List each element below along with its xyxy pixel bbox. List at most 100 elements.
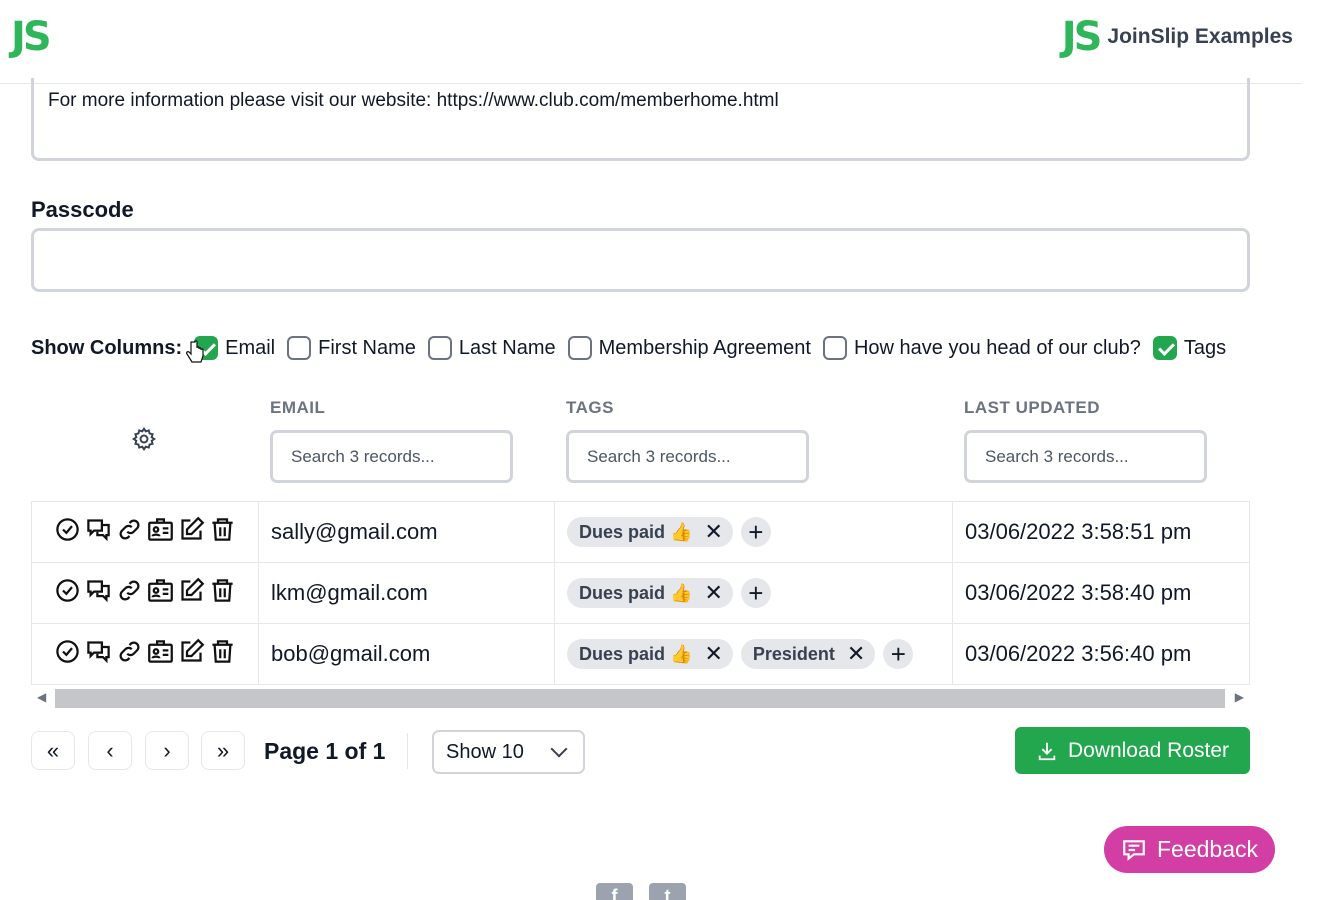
- table-row: lkm@gmail.com Dues paid 👍 ✕ + 03/06/2022 …: [31, 562, 1250, 624]
- checkbox-last-name[interactable]: [427, 336, 452, 360]
- tag-chip: Dues paid 👍 ✕: [567, 578, 733, 608]
- column-toggle-last-name[interactable]: Last Name: [427, 336, 556, 360]
- column-toggle-label: Last Name: [458, 336, 556, 359]
- download-icon: [1038, 742, 1056, 760]
- brand-name: JoinSlip Examples: [1107, 25, 1293, 48]
- id-card-icon[interactable]: [147, 638, 174, 665]
- tag-label: Dues paid 👍: [579, 582, 693, 603]
- scroll-left-icon[interactable]: ◀: [37, 690, 46, 704]
- chat-bubble-icon: [1123, 839, 1145, 861]
- roster-table: sally@gmail.com Dues paid 👍 ✕ + 03/06/202…: [31, 501, 1250, 685]
- column-toggle-tags[interactable]: Tags: [1152, 336, 1226, 360]
- remove-tag-icon[interactable]: ✕: [847, 641, 865, 667]
- scroll-right-icon[interactable]: ▶: [1235, 690, 1244, 704]
- cell-email: sally@gmail.com: [258, 501, 555, 563]
- tag-chip: Dues paid 👍 ✕: [567, 639, 733, 669]
- column-toggle-label: How have you head of our club?: [853, 336, 1141, 359]
- add-tag-icon[interactable]: +: [883, 639, 914, 669]
- facebook-icon[interactable]: f: [596, 883, 633, 900]
- chat-icon[interactable]: [85, 577, 112, 604]
- checkbox-how-heard[interactable]: [822, 336, 847, 360]
- trash-icon[interactable]: [209, 577, 236, 604]
- check-circle-icon[interactable]: [54, 516, 81, 543]
- table-row: bob@gmail.com Dues paid 👍 ✕ President ✕ + …: [31, 623, 1250, 685]
- trash-icon[interactable]: [209, 516, 236, 543]
- cell-email: bob@gmail.com: [258, 623, 555, 685]
- cell-last-updated: 03/06/2022 3:56:40 pm: [952, 623, 1250, 685]
- prev-page-button[interactable]: ‹: [88, 731, 132, 770]
- tag-label: President: [752, 643, 835, 664]
- row-actions: [31, 623, 259, 685]
- brand[interactable]: JS JoinSlip Examples: [1062, 16, 1293, 58]
- page-size-select[interactable]: Show 10: [432, 730, 585, 774]
- tag-chip: Dues paid 👍 ✕: [567, 517, 733, 547]
- chevron-down-icon: [550, 740, 568, 758]
- link-icon[interactable]: [116, 577, 143, 604]
- search-tags-input[interactable]: [566, 430, 809, 483]
- top-header: JS JS JoinSlip Examples: [0, 0, 1302, 84]
- hand-cursor-icon: [186, 340, 204, 363]
- row-actions: [31, 562, 259, 624]
- gear-icon[interactable]: [131, 426, 157, 452]
- horizontal-scrollbar[interactable]: ◀ ▶: [31, 688, 1250, 709]
- link-icon[interactable]: [116, 638, 143, 665]
- search-email-input[interactable]: [270, 430, 513, 483]
- first-page-button[interactable]: «: [31, 731, 75, 770]
- cell-tags: Dues paid 👍 ✕ President ✕ +: [554, 623, 953, 685]
- search-last-updated-input[interactable]: [964, 430, 1207, 483]
- page-size-value: Show 10: [446, 740, 524, 763]
- last-page-button[interactable]: »: [201, 731, 245, 770]
- remove-tag-icon[interactable]: ✕: [704, 580, 722, 606]
- logo[interactable]: JS: [11, 16, 52, 58]
- add-tag-icon[interactable]: +: [740, 517, 771, 547]
- tag-label: Dues paid 👍: [579, 643, 693, 664]
- passcode-label: Passcode: [31, 197, 134, 222]
- scrollbar-thumb[interactable]: [55, 689, 1225, 708]
- remove-tag-icon[interactable]: ✕: [704, 641, 722, 667]
- feedback-label: Feedback: [1156, 836, 1258, 862]
- column-toggle-first-name[interactable]: First Name: [287, 336, 416, 360]
- column-toggle-label: First Name: [318, 336, 416, 359]
- tag-chip: President ✕: [740, 639, 876, 669]
- column-toggle-email[interactable]: Email: [194, 336, 275, 360]
- feedback-button[interactable]: Feedback: [1104, 826, 1275, 873]
- column-header-tags[interactable]: TAGS: [566, 398, 614, 418]
- chat-icon[interactable]: [85, 516, 112, 543]
- checkbox-tags[interactable]: [1152, 336, 1177, 360]
- trash-icon[interactable]: [209, 638, 236, 665]
- edit-icon[interactable]: [178, 577, 205, 604]
- table-row: sally@gmail.com Dues paid 👍 ✕ + 03/06/202…: [31, 501, 1250, 563]
- column-toggle-how-heard[interactable]: How have you head of our club?: [822, 336, 1141, 360]
- chat-icon[interactable]: [85, 638, 112, 665]
- next-page-button[interactable]: ›: [145, 731, 189, 770]
- page-indicator: Page 1 of 1: [264, 738, 386, 764]
- cell-last-updated: 03/06/2022 3:58:40 pm: [952, 562, 1250, 624]
- show-columns: Show Columns: Email First Name Last Name…: [31, 336, 1238, 360]
- edit-icon[interactable]: [178, 516, 205, 543]
- column-toggle-membership-agreement[interactable]: Membership Agreement: [567, 336, 811, 360]
- edit-icon[interactable]: [178, 638, 205, 665]
- id-card-icon[interactable]: [147, 577, 174, 604]
- add-tag-icon[interactable]: +: [740, 578, 771, 608]
- check-circle-icon[interactable]: [54, 638, 81, 665]
- column-header-email[interactable]: EMAIL: [270, 398, 325, 418]
- twitter-icon[interactable]: t: [649, 883, 686, 900]
- download-label: Download Roster: [1067, 738, 1230, 762]
- remove-tag-icon[interactable]: ✕: [704, 519, 722, 545]
- info-textarea[interactable]: For more information please visit our we…: [31, 78, 1250, 161]
- checkbox-first-name[interactable]: [287, 336, 312, 360]
- passcode-input[interactable]: [31, 228, 1250, 292]
- id-card-icon[interactable]: [147, 516, 174, 543]
- divider: [407, 733, 408, 769]
- column-header-last-updated[interactable]: LAST UPDATED: [964, 398, 1100, 418]
- checkbox-membership-agreement[interactable]: [567, 336, 592, 360]
- cell-tags: Dues paid 👍 ✕ +: [554, 562, 953, 624]
- cell-last-updated: 03/06/2022 3:58:51 pm: [952, 501, 1250, 563]
- link-icon[interactable]: [116, 516, 143, 543]
- download-roster-button[interactable]: Download Roster: [1015, 727, 1250, 774]
- check-circle-icon[interactable]: [54, 577, 81, 604]
- row-actions: [31, 501, 259, 563]
- tag-label: Dues paid 👍: [579, 521, 693, 542]
- show-columns-label: Show Columns:: [31, 336, 183, 359]
- column-toggle-label: Email: [225, 336, 276, 359]
